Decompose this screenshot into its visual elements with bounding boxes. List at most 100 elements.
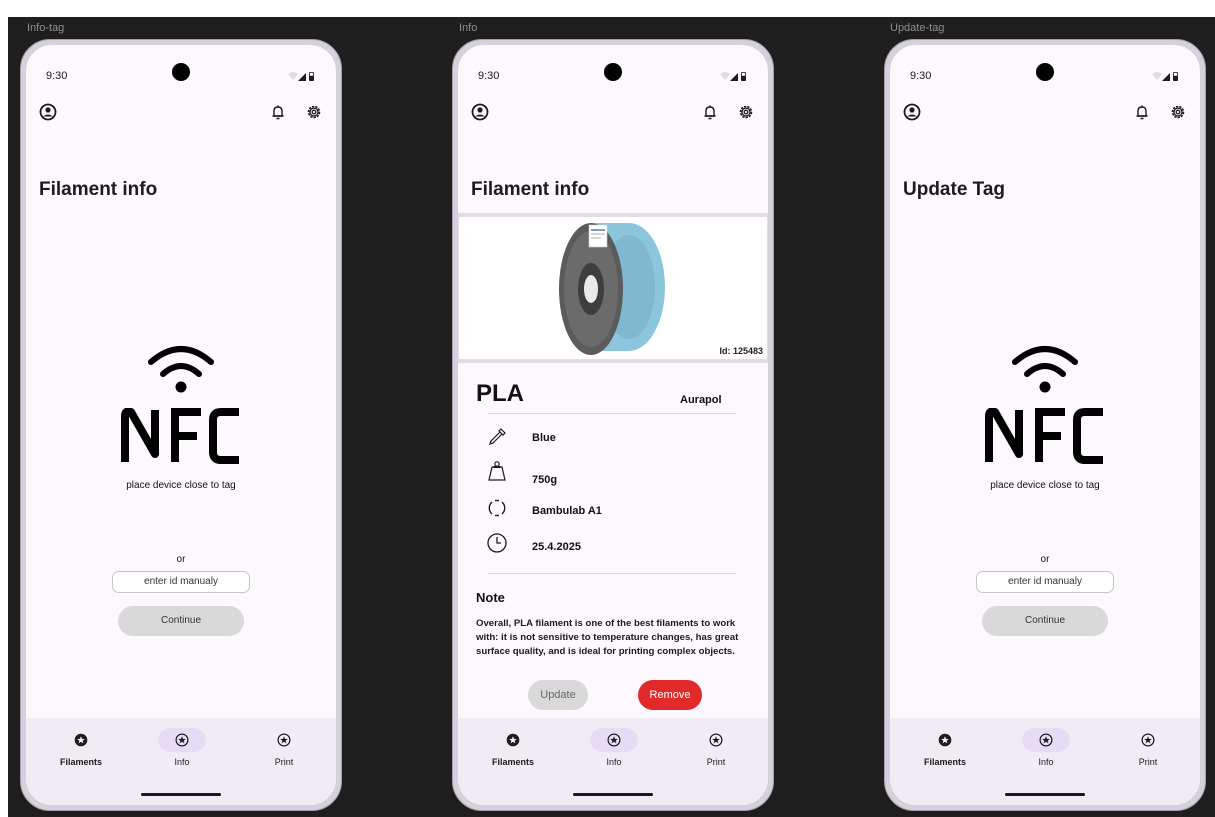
photo-frame: Id: 125483 — [459, 217, 767, 359]
nav-item-print[interactable]: Print — [1108, 728, 1188, 772]
phone-update-tag: 9:30 Update Tag place device close to ta… — [884, 39, 1206, 811]
top-app-bar — [470, 100, 756, 126]
continue-button[interactable]: Continue — [982, 606, 1108, 636]
home-indicator[interactable] — [141, 793, 221, 796]
divider — [488, 413, 736, 414]
page-title: Update Tag — [903, 179, 1006, 200]
nav-item-info[interactable]: Info — [1006, 728, 1086, 772]
property-date: 25.4.2025 — [486, 532, 726, 558]
filament-spool-image — [559, 223, 665, 355]
status-time: 9:30 — [478, 70, 500, 82]
id-input[interactable]: enter id manualy — [976, 571, 1114, 593]
nfc-logo-icon — [121, 408, 239, 464]
status-bar: 9:30 — [46, 63, 316, 84]
nav-item-print[interactable]: Print — [244, 728, 324, 772]
filament-id-label: Id: 125483 — [719, 346, 763, 356]
continue-button[interactable]: Continue — [118, 606, 244, 636]
eyedropper-icon — [489, 428, 506, 445]
nav-label-print: Print — [274, 757, 294, 767]
update-button[interactable]: Update — [528, 680, 588, 710]
star-circle-icon — [175, 733, 189, 747]
nfc-wave-icon — [1012, 346, 1078, 393]
status-bar: 9:30 — [478, 63, 748, 84]
camera-cutout — [604, 63, 622, 81]
nav-item-print[interactable]: Print — [676, 728, 756, 772]
status-bar: 9:30 — [910, 63, 1180, 84]
nav-label-info: Info — [174, 757, 190, 767]
status-time: 9:30 — [910, 70, 932, 82]
page-title: Filament info — [39, 179, 158, 200]
bell-icon[interactable] — [268, 102, 288, 122]
nfc-wave-icon — [148, 346, 214, 393]
gear-icon[interactable] — [304, 102, 324, 122]
nav-label-filaments: Filaments — [923, 757, 966, 767]
nav-item-filaments[interactable]: Filaments — [473, 728, 553, 772]
phone-info: 9:30 Filament info Id: 125483 PLA Aurapo… — [452, 39, 774, 811]
nav-item-info[interactable]: Info — [142, 728, 222, 772]
screen-update-tag: 9:30 Update Tag place device close to ta… — [890, 45, 1200, 805]
account-circle-icon[interactable] — [470, 102, 490, 122]
page-title: Filament info — [471, 179, 590, 200]
nav-label-print: Print — [706, 757, 726, 767]
nav-item-info[interactable]: Info — [574, 728, 654, 772]
account-circle-icon[interactable] — [38, 102, 58, 122]
star-circle-icon — [607, 733, 621, 747]
property-value: 750g — [532, 474, 558, 486]
property-printer: Bambulab A1 — [486, 497, 726, 523]
id-input[interactable]: enter id manualy — [112, 571, 250, 593]
home-indicator[interactable] — [1005, 793, 1085, 796]
brand-label: Aurapol — [680, 394, 722, 406]
material-title: PLA — [476, 380, 524, 407]
star-circle-icon — [1141, 733, 1155, 747]
status-time: 9:30 — [46, 70, 68, 82]
bottom-navigation: Filaments Info Print — [26, 718, 336, 805]
filament-photo: Id: 125483 — [458, 213, 768, 363]
camera-cutout — [1036, 63, 1054, 81]
nfc-graphic: place device close to tag — [890, 342, 1200, 502]
remove-button[interactable]: Remove — [638, 680, 702, 710]
spool-ring-icon — [488, 499, 506, 517]
gear-icon[interactable] — [1168, 102, 1188, 122]
star-circle-icon — [938, 733, 952, 747]
screen-info: 9:30 Filament info Id: 125483 PLA Aurapo… — [458, 45, 768, 805]
nav-label-filaments: Filaments — [491, 757, 534, 767]
bell-icon[interactable] — [1132, 102, 1152, 122]
nav-item-filaments[interactable]: Filaments — [905, 728, 985, 772]
signal-battery-icon — [288, 72, 314, 81]
or-text: or — [1040, 554, 1050, 565]
home-indicator[interactable] — [573, 793, 653, 796]
weight-icon — [488, 461, 506, 481]
nav-label-print: Print — [1138, 757, 1158, 767]
top-app-bar — [38, 100, 324, 126]
nfc-graphic: place device close to tag — [26, 342, 336, 502]
camera-cutout — [172, 63, 190, 81]
top-app-bar — [902, 100, 1188, 126]
nav-label-filaments: Filaments — [59, 757, 102, 767]
phone-info-tag: 9:30 Filament info place device close to… — [20, 39, 342, 811]
property-color: Blue — [486, 426, 726, 452]
or-text: or — [176, 554, 186, 565]
star-circle-icon — [74, 733, 88, 747]
nav-label-info: Info — [1038, 757, 1054, 767]
property-value: 25.4.2025 — [532, 541, 581, 553]
bell-icon[interactable] — [700, 102, 720, 122]
star-circle-icon — [1039, 733, 1053, 747]
gear-icon[interactable] — [736, 102, 756, 122]
star-circle-icon — [506, 733, 520, 747]
nfc-logo-icon — [985, 408, 1103, 464]
clock-icon — [487, 533, 507, 553]
bottom-navigation: Filaments Info Print — [890, 718, 1200, 805]
signal-battery-icon — [720, 72, 746, 81]
nfc-caption: place device close to tag — [126, 480, 236, 491]
bottom-navigation: Filaments Info Print — [458, 718, 768, 805]
account-circle-icon[interactable] — [902, 102, 922, 122]
frame-label-update-tag: Update-tag — [890, 22, 945, 34]
signal-battery-icon — [1152, 72, 1178, 81]
property-value: Blue — [532, 432, 556, 444]
screen-info-tag: 9:30 Filament info place device close to… — [26, 45, 336, 805]
nav-item-filaments[interactable]: Filaments — [41, 728, 121, 772]
frame-label-info: Info — [459, 22, 478, 34]
note-title: Note — [476, 590, 505, 605]
star-circle-icon — [277, 733, 291, 747]
nfc-caption: place device close to tag — [990, 480, 1100, 491]
